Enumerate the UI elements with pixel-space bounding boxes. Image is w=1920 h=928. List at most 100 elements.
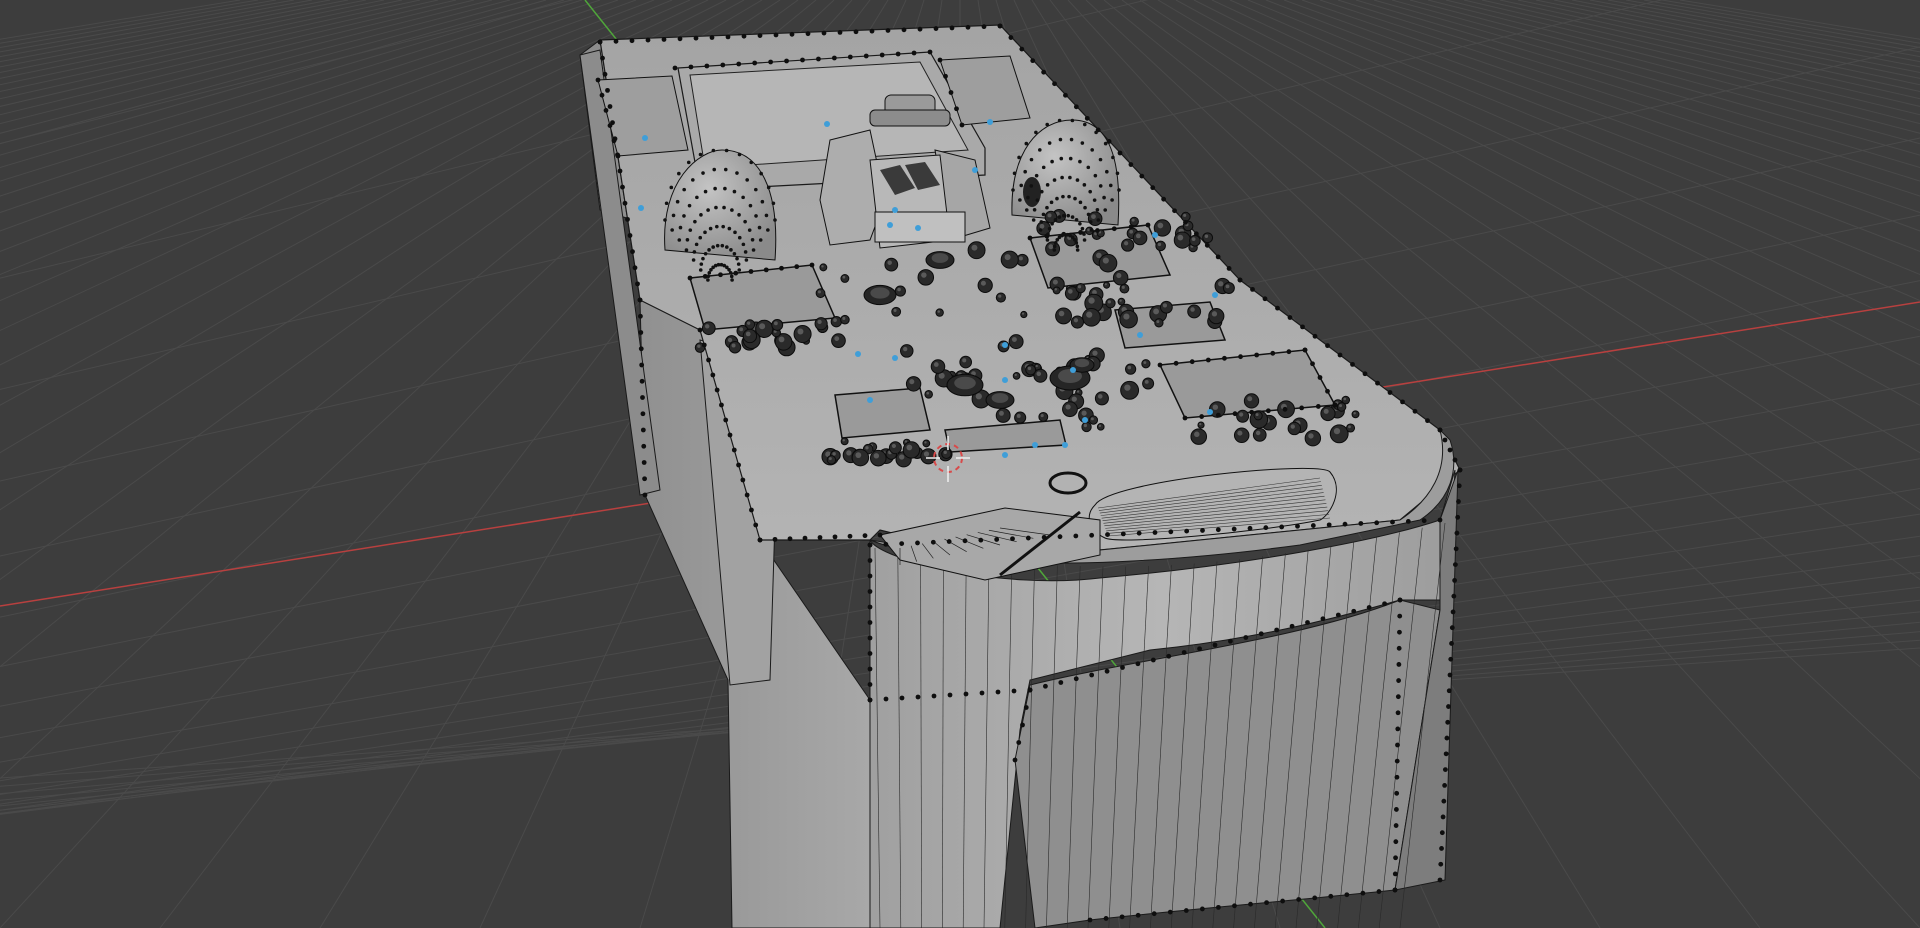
knob <box>1252 428 1267 442</box>
vertex <box>1382 601 1387 607</box>
knob-highlight <box>739 327 744 332</box>
vertex <box>1070 118 1075 123</box>
vertex <box>1228 638 1233 644</box>
vertex <box>1074 218 1079 222</box>
vertex <box>1455 514 1461 520</box>
vertex <box>751 248 756 252</box>
vertex <box>744 492 750 498</box>
vertex <box>832 534 838 540</box>
grid-line <box>0 0 313 58</box>
vertex <box>1041 165 1046 170</box>
vertex <box>779 265 784 271</box>
vertex <box>1215 412 1221 418</box>
knob-highlight <box>1143 361 1147 364</box>
vertex <box>837 30 843 35</box>
vertex <box>1362 371 1368 377</box>
vertex <box>1034 173 1039 178</box>
vertex <box>937 57 943 63</box>
vertex <box>637 297 643 303</box>
knob-highlight <box>704 324 710 329</box>
knob-highlight <box>1323 408 1329 414</box>
knob-highlight <box>1121 285 1125 289</box>
vertex <box>1344 892 1350 898</box>
vertex <box>1358 521 1364 526</box>
vertex <box>805 31 811 37</box>
knob-highlight <box>1087 228 1090 232</box>
knob-highlight <box>971 244 978 251</box>
vertex <box>1063 92 1068 98</box>
vertex <box>1050 159 1054 164</box>
vertex <box>1082 232 1086 236</box>
viewport-canvas[interactable] <box>0 0 1920 928</box>
knob <box>995 407 1011 423</box>
vertex <box>1375 380 1380 386</box>
vertex <box>1047 141 1052 145</box>
3d-viewport[interactable] <box>0 0 1920 928</box>
vertex <box>1447 447 1453 453</box>
vertex <box>978 537 984 543</box>
knob-highlight <box>1131 218 1135 222</box>
selected-vertex <box>1070 367 1076 373</box>
grid-line <box>1679 0 1920 40</box>
vertex <box>686 160 691 165</box>
knob-highlight <box>1162 303 1167 308</box>
vertex <box>867 604 873 610</box>
vertex <box>1096 218 1101 222</box>
vertex <box>1150 185 1156 191</box>
knob-highlight <box>980 280 986 286</box>
vertex <box>1232 411 1238 417</box>
vertex <box>1088 189 1092 194</box>
vertex <box>1315 404 1321 409</box>
vertex <box>1053 241 1058 245</box>
knob <box>1287 421 1302 436</box>
vertex <box>1038 228 1043 232</box>
selected-vertex <box>1032 442 1038 448</box>
cockpit-console-mesh[interactable] <box>579 23 1463 928</box>
knob <box>1173 231 1192 249</box>
vertex <box>1396 662 1402 667</box>
knob-highlight <box>1348 425 1351 429</box>
knob-highlight <box>746 321 751 325</box>
knob-highlight <box>745 331 751 337</box>
grid-line <box>1661 0 1920 44</box>
vertex <box>701 342 707 348</box>
vertex <box>701 256 705 261</box>
vertex <box>847 533 853 539</box>
vertex <box>1317 375 1323 380</box>
vertex <box>1199 906 1205 912</box>
knob-highlight <box>1035 364 1038 368</box>
vertex <box>757 537 763 543</box>
knob-highlight <box>906 444 913 451</box>
vertex <box>729 274 734 279</box>
vertex <box>1392 887 1398 893</box>
vertex <box>754 187 758 192</box>
knob <box>1045 241 1061 257</box>
vertex <box>1059 156 1064 161</box>
vertex <box>1282 406 1288 412</box>
vertex <box>744 258 749 262</box>
vertex <box>1286 349 1292 355</box>
knob-highlight <box>999 410 1004 416</box>
vertex <box>1457 467 1463 473</box>
vertex <box>1443 751 1449 757</box>
knob-highlight <box>903 346 908 352</box>
selected-vertex <box>824 121 830 127</box>
vertex <box>1199 414 1205 419</box>
knob <box>840 314 850 325</box>
selected-vertex <box>1207 409 1213 415</box>
vertex <box>1024 208 1029 212</box>
knob <box>1103 281 1111 289</box>
vertex <box>727 226 732 231</box>
vertex <box>1280 898 1286 904</box>
vertex <box>1117 150 1123 156</box>
vertex <box>1215 527 1221 533</box>
vertex <box>1029 157 1034 162</box>
vertex <box>1027 235 1033 241</box>
vertex <box>1262 296 1268 302</box>
vertex <box>725 245 729 249</box>
vertex <box>1057 118 1062 123</box>
vertex <box>883 696 889 702</box>
vertex <box>704 63 710 69</box>
vertex <box>1035 198 1040 202</box>
vertex <box>1360 890 1366 896</box>
